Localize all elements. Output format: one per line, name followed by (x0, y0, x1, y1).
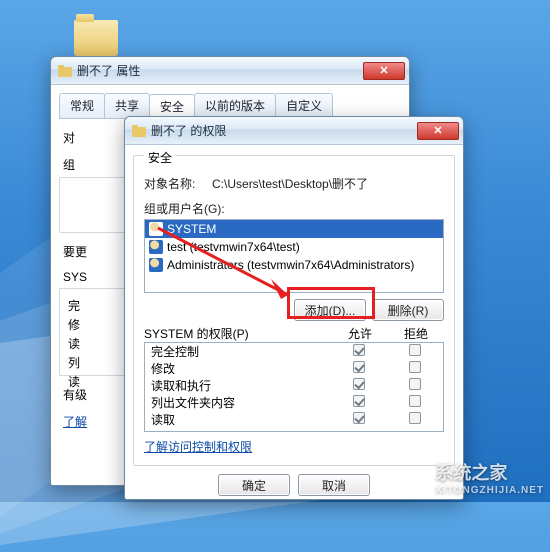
allow-checkbox[interactable] (353, 361, 365, 373)
tab-customize[interactable]: 自定义 (275, 93, 333, 118)
table-row: 完全控制 (145, 343, 443, 360)
list-item-label: test (testvmwin7x64\test) (167, 240, 300, 254)
allow-checkbox[interactable] (353, 395, 365, 407)
permissions-window: 删不了 的权限 ✕ 安全 对象名称: C:\Users\test\Desktop… (124, 116, 464, 500)
perm-name: 列出文件夹内容 (151, 394, 331, 411)
user-icon (149, 240, 163, 254)
add-button[interactable]: 添加(D)... (294, 299, 366, 321)
tab-general[interactable]: 常规 (59, 93, 105, 118)
remove-button[interactable]: 删除(R) (372, 299, 444, 321)
table-row: 修改 (145, 360, 443, 377)
list-item[interactable]: SYSTEM (145, 220, 443, 238)
deny-checkbox[interactable] (409, 361, 421, 373)
object-name-label: 对象名称: (144, 177, 195, 191)
deny-checkbox[interactable] (409, 344, 421, 356)
folder-icon (74, 20, 118, 56)
list-item[interactable]: test (testvmwin7x64\test) (145, 238, 443, 256)
object-path: C:\Users\test\Desktop\删不了 (212, 177, 368, 191)
allow-header: 允许 (332, 325, 388, 342)
deny-header: 拒绝 (388, 325, 444, 342)
deny-checkbox[interactable] (409, 395, 421, 407)
watermark-brand: 系统之家 (435, 459, 544, 485)
deny-checkbox[interactable] (409, 412, 421, 424)
tab-sharing[interactable]: 共享 (104, 93, 150, 118)
allow-checkbox[interactable] (353, 344, 365, 356)
permissions-titlebar[interactable]: 删不了 的权限 ✕ (125, 117, 463, 145)
close-button[interactable]: ✕ (363, 62, 405, 80)
allow-checkbox[interactable] (353, 378, 365, 390)
folder-icon (57, 63, 73, 79)
table-row: 读取 (145, 411, 443, 428)
perm-name: 修改 (151, 360, 331, 377)
properties-titlebar[interactable]: 删不了 属性 ✕ (51, 57, 409, 85)
close-button[interactable]: ✕ (417, 122, 459, 140)
list-item-label: SYSTEM (167, 222, 216, 236)
watermark-sub: XITONGZHIJIA.NET (435, 485, 544, 496)
cancel-button[interactable]: 取消 (298, 474, 370, 496)
properties-title: 删不了 属性 (77, 62, 363, 79)
group-user-list[interactable]: SYSTEM test (testvmwin7x64\test) Administr… (144, 219, 444, 293)
ok-button[interactable]: 确定 (218, 474, 290, 496)
table-row: 列出文件夹内容 (145, 394, 443, 411)
user-icon (149, 258, 163, 272)
learn-access-link[interactable]: 了解访问控制和权限 (144, 440, 252, 454)
perm-name: 读取 (151, 411, 331, 428)
permissions-for-label: SYSTEM 的权限(P) (144, 325, 332, 342)
folder-icon (131, 123, 147, 139)
watermark: 系统之家 XITONGZHIJIA.NET (395, 459, 544, 496)
perm-name: 读取和执行 (151, 377, 331, 394)
permissions-table: 完全控制修改读取和执行列出文件夹内容读取 (144, 342, 444, 432)
list-item-label: Administrators (testvmwin7x64\Administra… (167, 258, 414, 272)
list-item[interactable]: Administrators (testvmwin7x64\Administra… (145, 256, 443, 274)
deny-checkbox[interactable] (409, 378, 421, 390)
user-icon (149, 222, 163, 236)
permissions-title: 删不了 的权限 (151, 122, 417, 139)
perm-name: 完全控制 (151, 343, 331, 360)
table-row: 读取和执行 (145, 377, 443, 394)
security-legend: 安全 (144, 149, 176, 166)
security-fieldset: 安全 对象名称: C:\Users\test\Desktop\删不了 组或用户名… (133, 155, 455, 466)
tab-previous-versions[interactable]: 以前的版本 (194, 93, 276, 118)
allow-checkbox[interactable] (353, 412, 365, 424)
house-icon (395, 464, 429, 492)
groups-label: 组或用户名(G): (144, 200, 444, 217)
